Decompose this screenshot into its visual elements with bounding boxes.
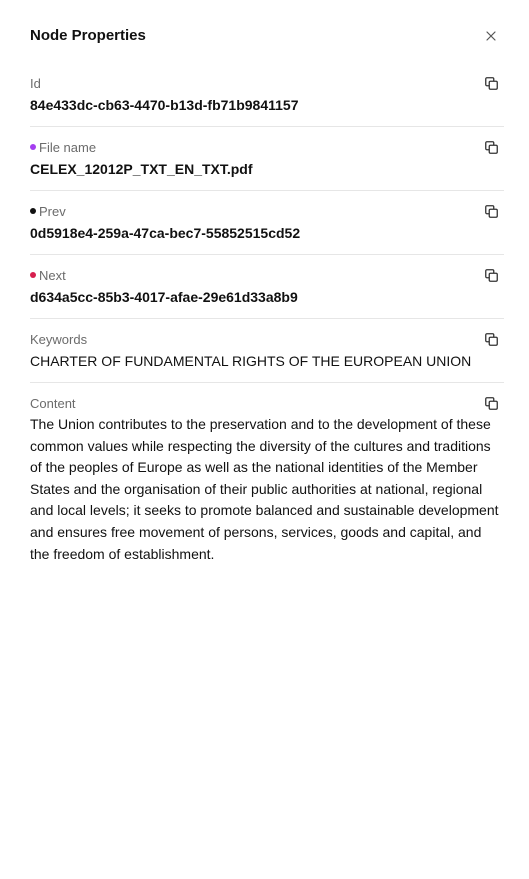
copy-icon: [484, 204, 498, 218]
copy-prev-button[interactable]: [483, 203, 499, 219]
panel-title: Node Properties: [30, 27, 146, 44]
file-name-color-dot: [30, 144, 36, 150]
property-label: Id: [30, 75, 41, 91]
property-label: Keywords: [30, 331, 88, 347]
property-file-name: File name CELEX_12012P_TXT_EN_TXT.pdf: [30, 127, 504, 191]
copy-next-button[interactable]: [483, 267, 499, 283]
property-label: Prev: [39, 203, 66, 219]
property-label-row: Prev: [30, 203, 504, 219]
copy-keywords-button[interactable]: [483, 331, 499, 347]
copy-id-button[interactable]: [483, 75, 499, 91]
property-value: d634a5cc-85b3-4017-afae-29e61d33a8b9: [30, 289, 298, 305]
property-label-row: File name: [30, 139, 504, 155]
panel-header: Node Properties: [30, 0, 504, 72]
property-next: Next d634a5cc-85b3-4017-afae-29e61d33a8b…: [30, 255, 504, 319]
property-label: Content: [30, 395, 76, 411]
property-prev: Prev 0d5918e4-259a-47ca-bec7-55852515cd5…: [30, 191, 504, 255]
close-icon: [486, 31, 496, 41]
property-label-row: Id: [30, 75, 504, 91]
copy-icon: [484, 76, 498, 90]
property-label: Next: [39, 267, 66, 283]
next-color-dot: [30, 272, 36, 278]
property-value: CHARTER OF FUNDAMENTAL RIGHTS OF THE EUR…: [30, 353, 472, 369]
property-label: File name: [39, 139, 97, 155]
copy-file-name-button[interactable]: [483, 139, 499, 155]
prev-color-dot: [30, 208, 36, 214]
property-value: 84e433dc-cb63-4470-b13d-fb71b9841157: [30, 97, 299, 113]
property-value: The Union contributes to the preservatio…: [30, 416, 499, 562]
property-label-row: Keywords: [30, 331, 504, 347]
copy-icon: [484, 332, 498, 346]
property-value: 0d5918e4-259a-47ca-bec7-55852515cd52: [30, 225, 301, 241]
node-properties-panel: Node Properties Id 84e433dc-cb63-4470-b1…: [0, 0, 529, 879]
property-label-row: Next: [30, 267, 504, 283]
copy-content-button[interactable]: [483, 395, 499, 411]
copy-icon: [484, 268, 498, 282]
copy-icon: [484, 396, 498, 410]
close-button[interactable]: [482, 27, 500, 45]
property-content: Content The Union contributes to the pre…: [30, 383, 504, 576]
copy-icon: [484, 140, 498, 154]
property-label-row: Content: [30, 395, 504, 411]
property-id: Id 84e433dc-cb63-4470-b13d-fb71b9841157: [30, 72, 504, 127]
property-value: CELEX_12012P_TXT_EN_TXT.pdf: [30, 161, 253, 177]
property-keywords: Keywords CHARTER OF FUNDAMENTAL RIGHTS O…: [30, 319, 504, 383]
